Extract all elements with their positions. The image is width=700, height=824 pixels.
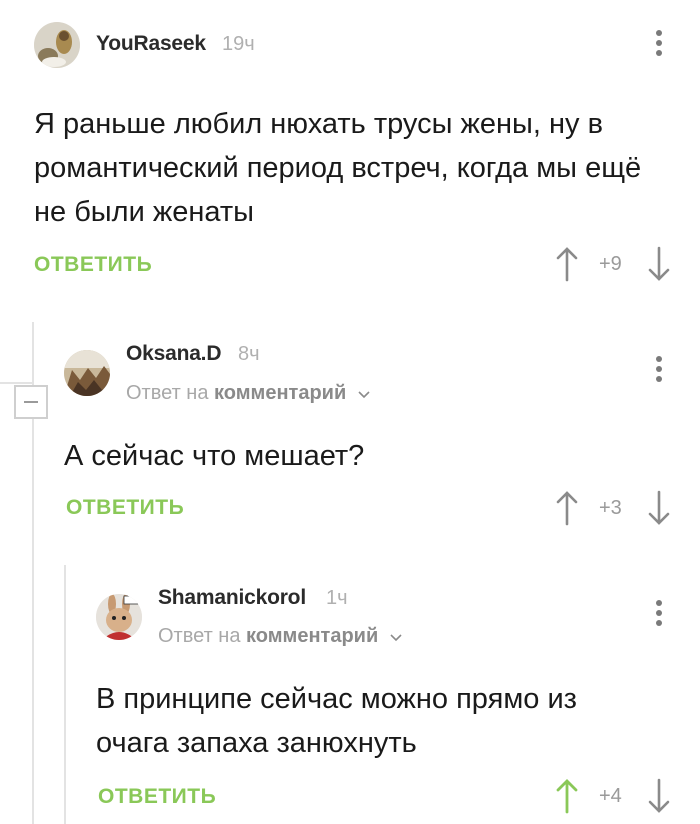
- reply-button[interactable]: ОТВЕТИТЬ: [66, 496, 184, 520]
- comment-time: 8ч: [238, 343, 260, 365]
- arrow-up-icon[interactable]: [555, 778, 579, 814]
- avatar[interactable]: [64, 350, 110, 396]
- arrow-down-icon[interactable]: [647, 246, 671, 282]
- reply-to-link[interactable]: Ответ на комментарий: [126, 382, 370, 405]
- arrow-down-icon[interactable]: [647, 490, 671, 526]
- author-name[interactable]: Oksana.D: [126, 342, 221, 366]
- reply-to-prefix: Ответ на: [126, 382, 209, 404]
- reply-to-link[interactable]: Ответ на комментарий: [158, 625, 402, 648]
- avatar[interactable]: [96, 594, 142, 640]
- author-name[interactable]: YouRaseek: [96, 32, 206, 56]
- vote-controls: +9: [555, 246, 675, 286]
- comment-time: 19ч: [222, 33, 255, 55]
- chevron-down-icon: [358, 391, 370, 399]
- reply-to-target: комментарий: [246, 625, 379, 647]
- vote-score: +9: [599, 253, 622, 275]
- comment-text: А сейчас что мешает?: [64, 440, 365, 472]
- more-vertical-icon[interactable]: [654, 30, 664, 60]
- vote-score: +3: [599, 497, 622, 519]
- reply-button[interactable]: ОТВЕТИТЬ: [98, 785, 216, 809]
- thread-branch-line: [0, 382, 32, 384]
- more-vertical-icon[interactable]: [654, 600, 664, 630]
- thread-line-level-2: [64, 565, 66, 824]
- comment-text: В принципе сейчас можно прямо из очага з…: [96, 683, 577, 759]
- comment-time: 1ч: [326, 587, 348, 609]
- avatar[interactable]: [34, 22, 80, 68]
- vote-score: +4: [599, 785, 622, 807]
- reply-to-target: комментарий: [214, 382, 347, 404]
- arrow-down-icon[interactable]: [647, 778, 671, 814]
- reply-button[interactable]: ОТВЕТИТЬ: [34, 253, 152, 277]
- collapse-thread-button[interactable]: [14, 385, 48, 419]
- arrow-up-icon[interactable]: [555, 490, 579, 526]
- more-vertical-icon[interactable]: [654, 356, 664, 386]
- author-name[interactable]: Shamanickorol: [158, 586, 306, 610]
- arrow-up-icon[interactable]: [555, 246, 579, 282]
- vote-controls: +3: [555, 490, 675, 530]
- comment-text: Я раньше любил нюхать трусы жены, ну в р…: [34, 108, 642, 228]
- vote-controls: +4: [555, 778, 675, 818]
- chevron-down-icon: [390, 634, 402, 642]
- reply-to-prefix: Ответ на: [158, 625, 241, 647]
